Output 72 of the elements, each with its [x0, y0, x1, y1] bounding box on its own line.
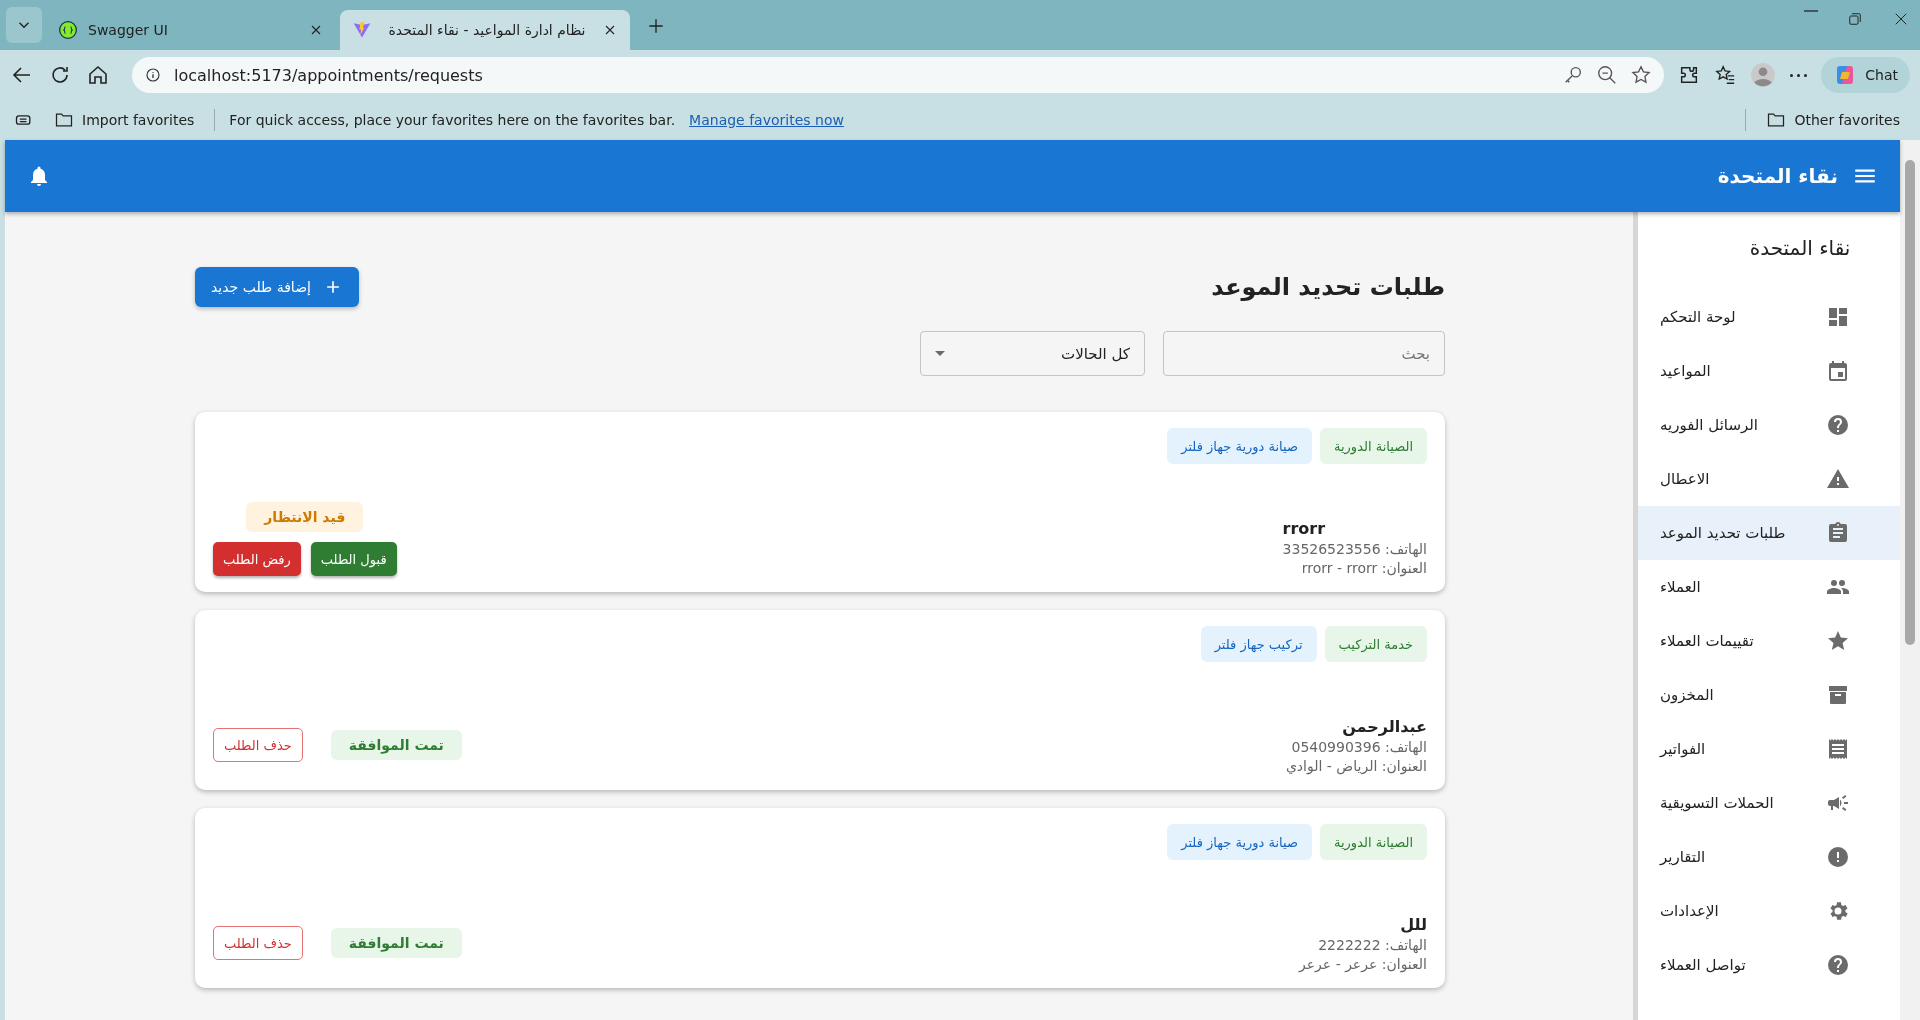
- sidebar-item[interactable]: طلبات تحديد الموعد: [1638, 506, 1900, 560]
- status-badge: تمت الموافقة: [330, 928, 462, 958]
- vite-icon: [352, 20, 372, 40]
- app-title: نقاء المتحدة: [1716, 164, 1838, 188]
- sidebar-item[interactable]: الفواتير: [1638, 722, 1900, 776]
- sidebar-item[interactable]: الاعطال: [1638, 452, 1900, 506]
- sidebar-item[interactable]: تقييمات العملاء: [1638, 614, 1900, 668]
- sidebar-item[interactable]: المخزون: [1638, 668, 1900, 722]
- home-icon: [86, 63, 110, 87]
- star-outline-icon: [1630, 64, 1653, 86]
- sidebar-item[interactable]: العملاء: [1638, 560, 1900, 614]
- service-type-tag: الصيانة الدورية: [1320, 824, 1427, 860]
- service-tag: تركيب جهاز فلتر: [1200, 626, 1317, 662]
- address-text: العنوان: الرياض - الوادي: [1285, 758, 1427, 774]
- phone-text: الهاتف: 33526523556: [1282, 541, 1427, 557]
- status-badge: قيد الانتظار: [246, 502, 364, 532]
- customer-name: rrorr: [1282, 519, 1327, 538]
- status-badge: تمت الموافقة: [330, 730, 462, 760]
- sidebar-item[interactable]: التقارير: [1638, 830, 1900, 884]
- sidebar-item[interactable]: الرسائل الفوريه: [1638, 398, 1900, 452]
- plus-icon: [646, 16, 666, 36]
- add-request-button[interactable]: إضافة طلب جديد: [195, 267, 359, 307]
- address-text: العنوان: rrorr - rrorr: [1300, 560, 1427, 576]
- scrollbar[interactable]: [1900, 140, 1920, 1020]
- service-tag: صيانة دورية جهاز فلتر: [1167, 824, 1312, 860]
- delete-button[interactable]: حذف الطلب: [213, 926, 303, 960]
- more-icon: [1790, 73, 1808, 77]
- favorites-icon: [1714, 64, 1737, 86]
- sidebar-item[interactable]: لوحة التحكم: [1638, 290, 1900, 344]
- browser-tab[interactable]: نظام ادارة المواعيد - نقاء المتحدة: [340, 10, 630, 50]
- manage-favorites-link[interactable]: Manage favorites now: [689, 112, 844, 128]
- clipboard-icon: [1826, 521, 1850, 545]
- search-field[interactable]: بحث: [1163, 331, 1445, 376]
- chat-button[interactable]: Chat: [1821, 57, 1910, 93]
- help-icon: [1826, 413, 1850, 437]
- phone-text: الهاتف: 2222222: [1317, 937, 1427, 953]
- help-icon: [1826, 953, 1850, 977]
- favorites-hint: For quick access, place your favorites here on the favorites bar.: [229, 112, 676, 128]
- service-type-tag: الصيانة الدورية: [1320, 428, 1427, 464]
- other-favorites-button[interactable]: Other favorites: [1760, 109, 1906, 131]
- receipt-icon: [1826, 737, 1850, 761]
- sidebar-item[interactable]: الإعدادات: [1638, 884, 1900, 938]
- warning-icon: [1826, 467, 1850, 491]
- api-icon: [58, 20, 78, 40]
- service-tag: صيانة دورية جهاز فلتر: [1167, 428, 1312, 464]
- browser-tab[interactable]: Swagger UI: [46, 10, 336, 50]
- customer-name: للل: [1399, 915, 1427, 934]
- sidebar-item[interactable]: الحملات التسويقية: [1638, 776, 1900, 830]
- alert-icon: [1826, 845, 1850, 869]
- reject-button[interactable]: رفض الطلب: [213, 542, 301, 576]
- status-filter-dropdown[interactable]: كل الحالات: [920, 331, 1145, 376]
- accept-button[interactable]: قبول الطلب: [310, 542, 397, 576]
- restore-icon: [1846, 10, 1864, 28]
- avatar-icon: [1750, 62, 1777, 88]
- info-icon: [144, 66, 162, 84]
- sidebar-item[interactable]: تواصل العملاء: [1638, 938, 1900, 992]
- dashboard-icon: [1826, 305, 1850, 329]
- star-icon: [1826, 629, 1850, 653]
- delete-button[interactable]: حذف الطلب: [213, 728, 303, 762]
- caret-icon: [935, 351, 945, 356]
- sidebar-item[interactable]: المواعيد: [1638, 344, 1900, 398]
- archive-icon: [1826, 683, 1850, 707]
- sidebar-title: نقاء المتحدة: [1748, 235, 1852, 262]
- address-bar[interactable]: localhost:5173/appointments/requests: [132, 57, 1665, 93]
- page-title: طلبات تحديد الموعد: [1211, 273, 1445, 301]
- customer-name: عبدالرحمن: [1341, 717, 1427, 736]
- phone-text: الهاتف: 0540990396: [1290, 739, 1427, 755]
- address-text: العنوان: عرعر - عرعر: [1299, 956, 1427, 972]
- minimize-icon: [1804, 10, 1818, 12]
- calendar-icon: [1826, 359, 1850, 383]
- import-favorites-button[interactable]: Import favorites: [48, 109, 201, 131]
- service-type-tag: خدمة التركيب: [1324, 626, 1427, 662]
